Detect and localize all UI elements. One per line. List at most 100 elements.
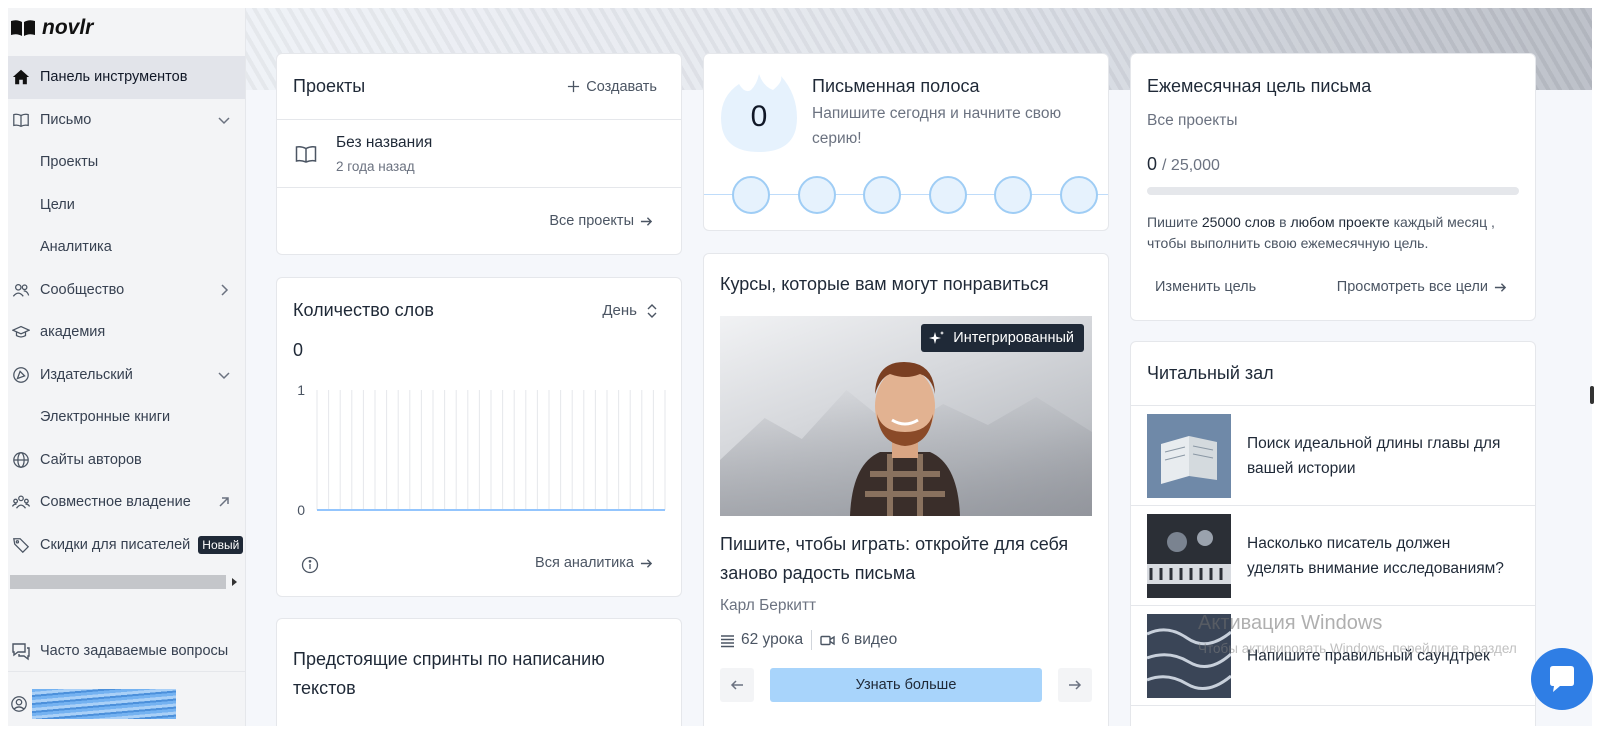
logo[interactable]: novlr: [8, 8, 245, 48]
course-author: Карл Беркитт: [720, 597, 817, 614]
scroll-right-arrow-icon[interactable]: [232, 578, 237, 586]
sidebar-item-goals[interactable]: Цели: [8, 184, 245, 227]
change-goal-button[interactable]: Изменить цель: [1155, 279, 1256, 295]
new-badge: Новый: [198, 535, 244, 554]
sprints-title: Предстоящие спринты по написанию текстов: [293, 649, 605, 698]
sidebar-item-faq[interactable]: Часто задаваемые вопросы: [8, 630, 245, 672]
y-tick-label: 1: [297, 382, 305, 398]
view-all-goals-link[interactable]: Просмотреть все цели: [1337, 279, 1507, 295]
sidebar-item-ebooks[interactable]: Электронные книги: [8, 396, 245, 439]
course-tag: Интегрированный: [921, 324, 1084, 352]
chat-question-icon: [11, 641, 31, 661]
sidebar-item-label: Проекты: [40, 154, 99, 171]
word-count-chart: 10: [297, 382, 666, 518]
goal-current: 0: [1147, 154, 1158, 174]
learn-more-button[interactable]: Узнать больше: [770, 668, 1042, 702]
courses-card: Курсы, которые вам могут понравиться Инт…: [703, 253, 1109, 726]
article-thumbnail: [1147, 514, 1231, 598]
video-count: 6 видео: [841, 631, 898, 648]
courses-title: Курсы, которые вам могут понравиться: [720, 274, 1049, 294]
redacted-username: [32, 689, 176, 719]
chevron-up-down-icon: [647, 303, 657, 318]
next-course-button[interactable]: [1058, 668, 1092, 702]
video-icon: [820, 635, 835, 645]
reading-room-title: Читальный зал: [1131, 342, 1535, 406]
goal-description: Пишите 25000 слов в любом проекте каждый…: [1147, 214, 1495, 251]
projects-card: Проекты Создавать Без названия 2 года на…: [276, 53, 682, 255]
goal-progress-bar: [1147, 187, 1519, 195]
edge-handle: [1590, 386, 1594, 404]
create-project-button[interactable]: Создавать: [567, 79, 657, 95]
sidebar-item-projects[interactable]: Проекты: [8, 141, 245, 184]
course-image[interactable]: Интегрированный: [720, 316, 1092, 516]
home-icon: [11, 67, 31, 87]
sidebar-item-label: Панель инструментов: [40, 69, 188, 86]
streak-day-dot: [732, 176, 770, 214]
windows-activation-watermark: Активация Windows: [1198, 612, 1383, 634]
graduation-cap-icon: [11, 322, 31, 342]
article-item[interactable]: Поиск идеальной длины главы для вашей ис…: [1131, 406, 1535, 506]
sidebar-item-community[interactable]: Сообщество: [8, 269, 245, 312]
streak-title: Письменная полоса: [812, 76, 980, 96]
sparkles-icon: [929, 331, 945, 344]
all-projects-link[interactable]: Все проекты: [549, 213, 653, 229]
brand-name: novlr: [42, 16, 94, 39]
sidebar-item-label: Сайты авторов: [40, 451, 142, 468]
goal-title: Ежемесячная цель письма: [1147, 76, 1372, 96]
users-icon: [11, 280, 31, 300]
external-arrow-icon: [219, 497, 229, 507]
book-open-icon: [295, 145, 317, 163]
streak-day-dot: [928, 176, 967, 214]
streak-day-dot: [994, 176, 1032, 214]
arrow-right-icon: [640, 558, 653, 568]
lessons-icon: [721, 634, 734, 647]
monthly-goal-card: Ежемесячная цель письма Все проекты 0 / …: [1130, 53, 1536, 321]
sidebar-item-co-ownership[interactable]: Совместное владение: [8, 481, 245, 524]
sidebar-item-label: Издательский: [40, 366, 133, 383]
course-name[interactable]: Пишите, чтобы играть: откройте для себя …: [720, 530, 1092, 588]
reading-room-card: Читальный зал Поиск идеальной длины глав…: [1130, 341, 1536, 726]
sidebar-item-publishing[interactable]: Издательский: [8, 354, 245, 397]
project-item[interactable]: Без названия 2 года назад: [277, 120, 681, 188]
period-value: День: [602, 302, 637, 319]
streak-day-dot: [797, 176, 836, 214]
all-analytics-link[interactable]: Вся аналитика: [535, 555, 653, 571]
sidebar-scrollbar[interactable]: [10, 575, 244, 589]
period-select[interactable]: День: [602, 302, 657, 319]
sidebar-item-discounts[interactable]: Скидки для писателей Новый: [8, 524, 245, 567]
plus-icon: [568, 80, 580, 93]
goal-target: 25,000: [1170, 157, 1220, 174]
user-account[interactable]: [8, 684, 245, 724]
chevron-right-icon: [221, 284, 229, 296]
article-item[interactable]: Насколько писатель должен уделять вниман…: [1131, 506, 1535, 606]
sidebar-item-analytics[interactable]: Аналитика: [8, 226, 245, 269]
goal-scope: Все проекты: [1147, 112, 1238, 129]
book-logo-icon: [11, 20, 35, 36]
chat-widget-button[interactable]: [1531, 648, 1593, 710]
project-time: 2 года назад: [336, 158, 415, 174]
arrow-left-icon: [730, 680, 743, 690]
sidebar-item-writing[interactable]: Письмо: [8, 99, 245, 142]
article-title: Поиск идеальной длины главы для вашей ис…: [1247, 434, 1501, 477]
create-project-label: Создавать: [586, 78, 657, 95]
sidebar-item-label: Часто задаваемые вопросы: [40, 642, 229, 659]
sidebar-item-label: Письмо: [40, 111, 92, 128]
tag-icon: [11, 535, 31, 555]
sidebar-item-author-sites[interactable]: Сайты авторов: [8, 439, 245, 482]
course-tag-label: Интегрированный: [953, 330, 1074, 346]
project-name: Без названия: [336, 133, 433, 151]
scrollbar-thumb[interactable]: [10, 575, 226, 589]
streak-count: 0: [750, 100, 768, 133]
sidebar-item-academy[interactable]: академия: [8, 311, 245, 354]
user-icon: [11, 696, 27, 712]
info-icon[interactable]: [301, 556, 319, 574]
prev-course-button[interactable]: [720, 668, 754, 702]
sidebar-item-label: Цели: [40, 196, 75, 213]
sidebar-item-dashboard[interactable]: Панель инструментов: [8, 56, 245, 99]
dashboard-main: Проекты Создавать Без названия 2 года на…: [246, 8, 1592, 726]
course-meta: 62 урока 6 видео: [720, 630, 897, 650]
sidebar-item-label: Электронные книги: [40, 409, 171, 426]
word-count-card: Количество слов День 0 10 Вся аналитика: [276, 277, 682, 597]
arrow-right-icon: [1494, 282, 1507, 292]
streak-day-dot: [1059, 176, 1098, 214]
